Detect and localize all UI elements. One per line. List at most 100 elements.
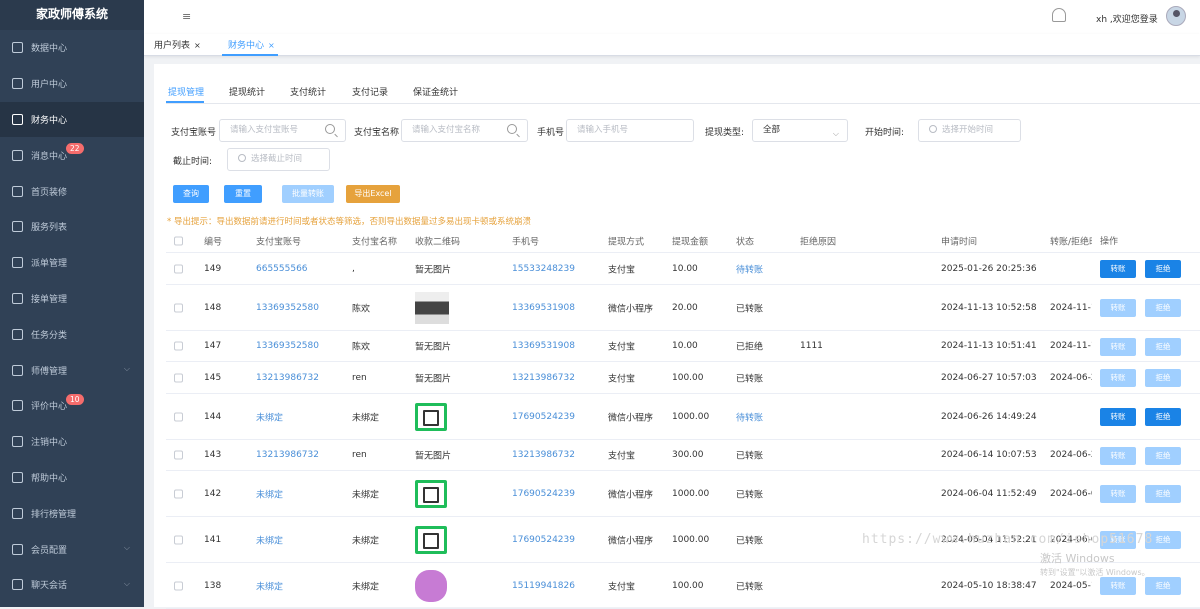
qr-image[interactable] [415, 569, 447, 602]
row-checkbox[interactable] [174, 303, 183, 312]
row-checkbox[interactable] [174, 450, 183, 460]
cell-status: 已转账 [736, 451, 764, 462]
transfer-button[interactable]: 转账 [1100, 299, 1136, 317]
sidebar-item[interactable]: 排行榜管理 [0, 495, 144, 531]
cell-phone[interactable]: 15119941826 [512, 581, 575, 591]
sidebar-item[interactable]: 首页装修 [0, 173, 144, 209]
sidebar-item-label: 聊天会话 [31, 581, 68, 592]
cell-apply-time: 2024-06-26 14:49:24 [941, 411, 1037, 422]
sidebar-item[interactable]: 评价中心 10 [0, 388, 144, 424]
cell-account[interactable]: 未绑定 [256, 410, 283, 423]
transfer-button[interactable]: 转账 [1100, 369, 1136, 387]
select-all-checkbox[interactable] [174, 236, 183, 245]
sidebar-item[interactable]: 注销中心 [0, 424, 144, 460]
sidebar-item[interactable]: 财务中心 [0, 101, 144, 138]
close-icon[interactable]: × [194, 41, 201, 50]
cell-phone[interactable]: 13213986732 [512, 450, 575, 460]
reject-button[interactable]: 拒绝 [1145, 260, 1181, 278]
sidebar-item[interactable]: 师傅管理 ⌵ [0, 352, 144, 388]
sidebar-item[interactable]: 任务分类 [0, 316, 144, 352]
cell-account[interactable]: 未绑定 [256, 533, 283, 546]
cell-phone[interactable]: 13369531908 [512, 341, 575, 351]
batch-transfer-button[interactable]: 批量转账 [282, 185, 334, 203]
cell-phone[interactable]: 17690524239 [512, 535, 575, 545]
cell-account[interactable]: 未绑定 [256, 487, 283, 500]
sidebar-item[interactable]: 聊天会话 ⌵ [0, 567, 144, 603]
alipay-account-input[interactable]: 请输入支付宝账号 [219, 119, 346, 142]
transfer-button[interactable]: 转账 [1100, 446, 1136, 465]
cell-phone[interactable]: 15533248239 [512, 264, 575, 274]
qr-image[interactable] [415, 479, 447, 508]
transfer-button[interactable]: 转账 [1100, 577, 1136, 595]
transfer-button[interactable]: 转账 [1100, 408, 1136, 426]
reject-button[interactable]: 拒绝 [1145, 299, 1181, 317]
reject-button[interactable]: 拒绝 [1145, 577, 1181, 595]
reject-button[interactable]: 拒绝 [1145, 337, 1181, 356]
qr-image[interactable] [415, 291, 449, 324]
sidebar-item[interactable]: 会员配置 ⌵ [0, 531, 144, 567]
query-button[interactable]: 查询 [173, 185, 209, 203]
row-checkbox[interactable] [174, 373, 183, 382]
subtab-deposit-stats[interactable]: 保证金统计 [413, 85, 458, 98]
reject-button[interactable]: 拒绝 [1145, 408, 1181, 426]
start-time-label: 开始时间: [865, 128, 905, 138]
cell-phone[interactable]: 13369531908 [512, 303, 575, 313]
start-time-picker[interactable]: 选择开始时间 [918, 119, 1021, 142]
cell-account[interactable]: 13213986732 [256, 373, 319, 383]
cell-phone[interactable]: 13213986732 [512, 373, 575, 383]
transfer-button[interactable]: 转账 [1100, 260, 1136, 278]
close-icon[interactable]: × [268, 41, 275, 50]
sidebar-item[interactable]: 数据中心 [0, 30, 144, 66]
sidebar-item[interactable]: 用户中心 [0, 66, 144, 102]
table-row: 144 未绑定 未绑定 17690524239 微信小程序 1000.00 待转账 2024-… [166, 394, 1200, 440]
dispatch-icon [12, 257, 23, 269]
withdraw-type-select[interactable]: 全部 ⌵ [752, 119, 848, 142]
reject-button[interactable]: 拒绝 [1145, 485, 1181, 503]
subtab-payment-records[interactable]: 支付记录 [352, 85, 388, 98]
sidebar-item[interactable]: 接单管理 [0, 281, 144, 317]
row-checkbox[interactable] [174, 581, 183, 590]
list-icon [12, 221, 23, 233]
end-time-picker[interactable]: 选择截止时间 [227, 148, 330, 171]
tab-finance[interactable]: 财务中心 × [228, 38, 275, 51]
subtab-withdraw-management[interactable]: 提现管理 [168, 85, 204, 98]
app-title: 家政师傅系统 [0, 0, 144, 30]
cell-method: 支付宝 [608, 451, 636, 462]
reset-button[interactable]: 重置 [224, 185, 262, 203]
cell-phone[interactable]: 17690524239 [512, 412, 575, 422]
cell-account[interactable]: 13369352580 [256, 303, 319, 313]
row-checkbox[interactable] [174, 412, 183, 421]
cell-apply-time: 2025-01-26 20:25:36 [941, 263, 1037, 274]
sidebar-item[interactable]: 帮助中心 [0, 460, 144, 496]
transfer-button[interactable]: 转账 [1100, 485, 1136, 503]
cell-account[interactable]: 13369352580 [256, 341, 319, 351]
cell-account[interactable]: 13213986732 [256, 450, 319, 460]
subtab-withdraw-stats[interactable]: 提现统计 [229, 85, 265, 98]
reject-button[interactable]: 拒绝 [1145, 446, 1181, 465]
export-excel-button[interactable]: 导出Excel [346, 185, 400, 203]
transfer-button[interactable]: 转账 [1100, 337, 1136, 356]
sidebar-item[interactable]: 服务列表 [0, 209, 144, 245]
cell-phone[interactable]: 17690524239 [512, 489, 575, 499]
row-checkbox[interactable] [174, 341, 183, 351]
phone-input[interactable]: 请输入手机号 [566, 119, 694, 142]
subtab-payment-stats[interactable]: 支付统计 [290, 85, 326, 98]
qr-image[interactable] [415, 525, 447, 554]
qr-image[interactable] [415, 402, 447, 431]
reject-button[interactable]: 拒绝 [1145, 369, 1181, 387]
unread-badge: 10 [66, 393, 84, 405]
windows-activation-hint: 转到"设置"以激活 Windows。 [1040, 568, 1150, 577]
sidebar-item[interactable]: 消息中心 22 [0, 137, 144, 173]
menu-toggle-icon[interactable]: ≡ [182, 10, 191, 23]
search-icon[interactable] [325, 124, 335, 134]
tab-user-list[interactable]: 用户列表 × [154, 38, 201, 51]
row-checkbox[interactable] [174, 264, 183, 273]
search-icon[interactable] [507, 124, 517, 134]
alipay-name-input[interactable]: 请输入支付宝名称 [401, 119, 528, 142]
sidebar-item[interactable]: 派单管理 [0, 245, 144, 281]
row-checkbox[interactable] [174, 535, 183, 544]
row-checkbox[interactable] [174, 489, 183, 498]
cell-account[interactable]: 665555566 [256, 264, 308, 274]
bell-icon[interactable] [1052, 8, 1066, 22]
cell-account[interactable]: 未绑定 [256, 579, 283, 592]
